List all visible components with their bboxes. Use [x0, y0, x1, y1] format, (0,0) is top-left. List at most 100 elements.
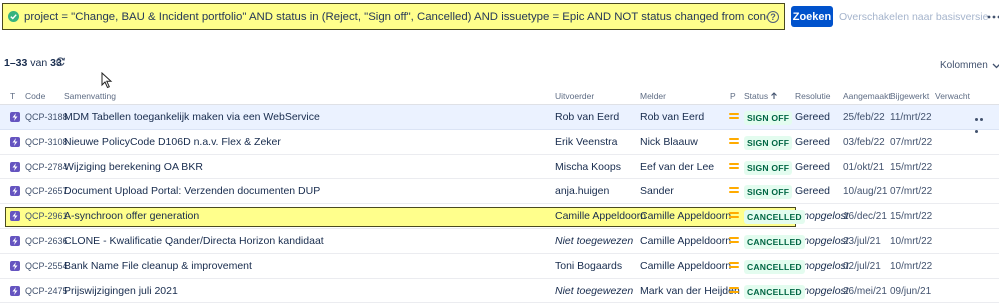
- status-lozenge[interactable]: SIGN OFF: [744, 135, 793, 150]
- cell-created: 23/jul/21: [843, 235, 881, 247]
- column-header-assignee[interactable]: Uitvoerder: [555, 91, 594, 101]
- cell-resolution: Gereed: [795, 135, 831, 148]
- row-actions-icon[interactable]: [975, 112, 987, 133]
- status-lozenge[interactable]: CANCELLED: [744, 284, 805, 299]
- status-lozenge[interactable]: SIGN OFF: [744, 111, 793, 125]
- refresh-icon[interactable]: [55, 56, 66, 67]
- cell-resolution: Gereed: [795, 111, 831, 123]
- cell-created: 25/feb/22: [843, 112, 885, 123]
- column-header-reporter[interactable]: Melder: [640, 91, 666, 101]
- priority-medium-icon: [729, 162, 739, 170]
- cell-resolution: Gereed: [795, 160, 831, 173]
- table-row[interactable]: QCP-2475 Prijswijzigingen juli 2021 Niet t…: [0, 279, 999, 304]
- status-lozenge[interactable]: CANCELLED: [744, 210, 805, 225]
- cell-assignee: Rob van Eerd: [555, 111, 620, 123]
- cell-summary[interactable]: CLONE - Kwalificatie Qander/Directa Hori…: [64, 235, 324, 247]
- jql-query-text: project = "Change, BAU & Incident portfo…: [24, 10, 767, 23]
- epic-icon: [10, 136, 20, 147]
- priority-medium-icon: [729, 187, 739, 194]
- cell-created: 16/dec/21: [843, 211, 887, 223]
- table-row[interactable]: QCP-2554 Bank Name File cleanup & improve…: [0, 254, 999, 279]
- cell-summary[interactable]: Wijziging berekening OA BKR: [64, 161, 203, 173]
- switch-to-basic-link[interactable]: Overschakelen naar basisversie: [839, 11, 988, 23]
- column-header-resolution[interactable]: Resolutie: [795, 91, 830, 101]
- cell-assignee: Toni Bogaards: [555, 259, 623, 272]
- table-row[interactable]: QCP-2657 Document Upload Portal: Verzende…: [0, 179, 999, 205]
- status-lozenge[interactable]: SIGN OFF: [744, 160, 793, 175]
- cell-reporter: Eef van der Lee: [640, 160, 715, 173]
- priority-medium-icon: [729, 137, 739, 145]
- column-header-key[interactable]: Code: [25, 91, 45, 101]
- more-options-icon[interactable]: [987, 15, 999, 23]
- epic-icon: [10, 112, 20, 122]
- column-header-due[interactable]: Verwacht: [935, 91, 970, 101]
- cell-reporter: Nick Blaauw: [640, 135, 698, 148]
- status-lozenge[interactable]: CANCELLED: [744, 234, 805, 249]
- column-header-summary[interactable]: Samenvatting: [64, 91, 116, 101]
- cell-summary[interactable]: MDM Tabellen toegankelijk maken via een …: [64, 111, 320, 123]
- cell-reporter: Rob van Eerd: [640, 111, 705, 123]
- cell-updated: 15/mrt/22: [890, 211, 933, 223]
- table-body: QCP-3188 MDM Tabellen toegankelijk maken …: [0, 105, 999, 304]
- priority-medium-icon: [729, 212, 739, 219]
- cell-key[interactable]: QCP-2475: [25, 286, 68, 296]
- mouse-cursor-icon: [101, 72, 113, 89]
- cell-updated: 07/mrt/22: [890, 186, 933, 198]
- cell-summary[interactable]: Bank Name File cleanup & improvement: [64, 260, 252, 272]
- epic-icon: [10, 260, 20, 271]
- cell-assignee: Camille Appeldoorn: [555, 210, 647, 223]
- column-header-updated[interactable]: Bijgewerkt: [890, 91, 929, 101]
- cell-updated: 15/mrt/22: [890, 161, 933, 173]
- chevron-down-icon: [992, 63, 999, 68]
- result-count: 1–33 van 33: [4, 57, 62, 69]
- priority-medium-icon: [729, 236, 739, 244]
- cell-created: 10/aug/21: [843, 186, 888, 198]
- cell-reporter: Camille Appeldoorn: [640, 259, 732, 272]
- cell-summary[interactable]: Prijswijzigingen juli 2021: [64, 285, 178, 297]
- cell-updated: 09/jun/21: [890, 285, 932, 297]
- column-header-type[interactable]: T: [10, 91, 15, 101]
- cell-reporter: Sander: [640, 185, 674, 198]
- cell-reporter: Camille Appeldoorn: [640, 234, 732, 247]
- cell-key[interactable]: QCP-2636: [25, 236, 68, 246]
- status-lozenge[interactable]: SIGN OFF: [744, 185, 793, 200]
- cell-key[interactable]: QCP-2961: [25, 211, 68, 221]
- cell-key[interactable]: QCP-3188: [25, 112, 68, 122]
- table-row[interactable]: QCP-2961 A-synchroon offer generation Cami…: [0, 204, 999, 229]
- search-button[interactable]: Zoeken: [791, 6, 833, 27]
- question-circle-icon[interactable]: ?: [767, 10, 779, 23]
- epic-icon: [10, 285, 20, 296]
- column-header-created[interactable]: Aangemaakt: [843, 91, 891, 101]
- columns-button[interactable]: Kolommen: [940, 60, 999, 71]
- cell-assignee: Erik Veenstra: [555, 135, 618, 148]
- table-row[interactable]: QCP-2636 CLONE - Kwalificatie Qander/Dire…: [0, 229, 999, 254]
- cell-summary[interactable]: A-synchroon offer generation: [64, 210, 199, 222]
- table-row[interactable]: QCP-3188 MDM Tabellen toegankelijk maken …: [0, 105, 999, 133]
- cell-updated: 10/mrt/22: [890, 260, 933, 272]
- cell-updated: 10/mrt/22: [890, 235, 933, 247]
- cell-summary[interactable]: Document Upload Portal: Verzenden docume…: [64, 185, 320, 197]
- cell-updated: 11/mrt/22: [890, 112, 932, 123]
- column-header-status[interactable]: Status: [744, 91, 778, 101]
- cell-reporter: Mark van der Heijden: [640, 284, 740, 297]
- cell-key[interactable]: QCP-3108: [25, 137, 68, 147]
- table-row[interactable]: QCP-2784 Wijziging berekening OA BKR Misch…: [0, 155, 999, 180]
- cell-key[interactable]: QCP-2657: [25, 186, 68, 196]
- status-lozenge[interactable]: CANCELLED: [744, 259, 805, 274]
- epic-icon: [10, 186, 20, 197]
- cell-summary[interactable]: Nieuwe PolicyCode D106D n.a.v. Flex & Ze…: [64, 136, 281, 148]
- cell-updated: 07/mrt/22: [890, 136, 933, 148]
- cell-assignee: Mischa Koops: [555, 160, 621, 173]
- priority-medium-icon: [729, 261, 739, 269]
- issue-table: T Code Samenvatting Uitvoerder Melder P …: [0, 88, 999, 304]
- table-header: T Code Samenvatting Uitvoerder Melder P …: [0, 88, 999, 105]
- epic-icon: [10, 235, 20, 246]
- cell-key[interactable]: QCP-2554: [25, 261, 68, 271]
- cell-created: 02/jul/21: [843, 260, 881, 272]
- jql-query-input[interactable]: project = "Change, BAU & Incident portfo…: [2, 3, 785, 30]
- cell-key[interactable]: QCP-2784: [25, 162, 68, 172]
- column-header-priority[interactable]: P: [730, 91, 736, 101]
- cell-reporter: Camille Appeldoorn: [640, 210, 732, 223]
- table-row[interactable]: QCP-3108 Nieuwe PolicyCode D106D n.a.v. F…: [0, 130, 999, 155]
- epic-icon: [10, 161, 20, 172]
